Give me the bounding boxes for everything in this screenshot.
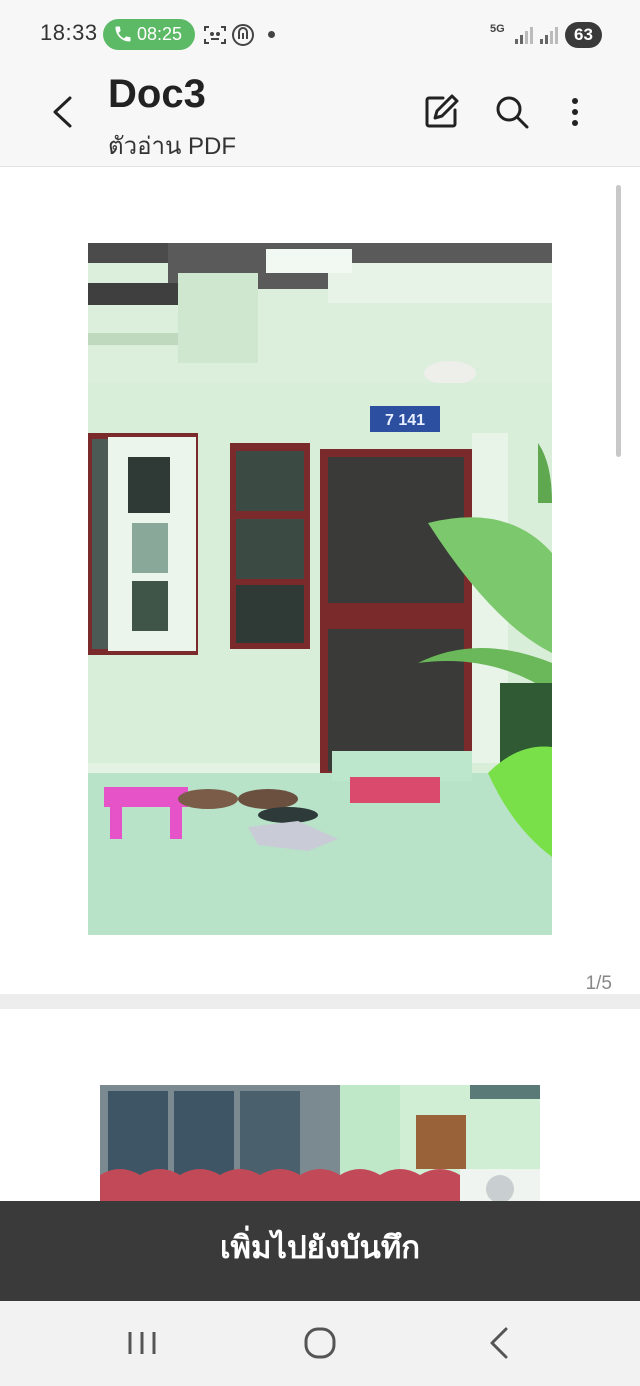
document-title: Doc3 — [108, 72, 206, 116]
home-button[interactable] — [298, 1321, 342, 1365]
search-icon — [496, 96, 529, 129]
building-exterior-photo — [100, 1085, 540, 1201]
nav-back-button[interactable] — [478, 1321, 522, 1365]
screenshot-icon — [204, 26, 226, 44]
recents-icon — [128, 1332, 156, 1354]
system-navigation-bar — [0, 1301, 640, 1386]
edit-button[interactable] — [419, 90, 463, 134]
battery-level: 63 — [565, 22, 602, 48]
edit-icon — [425, 94, 459, 128]
pdf-page-2 — [0, 1009, 640, 1201]
pdf-page-1: 7 141 1/5 — [0, 167, 640, 994]
signal-icon-2 — [540, 27, 558, 44]
notification-dot — [268, 31, 275, 38]
ongoing-call-chip[interactable]: 08:25 — [103, 19, 195, 50]
add-to-notes-button[interactable]: เพิ่มไปยังบันทึก — [0, 1201, 640, 1301]
nav-back-icon — [490, 1327, 508, 1359]
house-entrance-photo: 7 141 — [88, 243, 552, 935]
app-header: Doc3 ตัวอ่าน PDF — [0, 68, 640, 167]
house-number-sign: 7 141 — [385, 412, 425, 429]
home-icon — [304, 1327, 336, 1359]
back-arrow-icon — [53, 96, 72, 128]
network-type: 5G — [490, 23, 505, 35]
document-subtitle: ตัวอ่าน PDF — [108, 133, 237, 160]
back-button[interactable] — [40, 90, 84, 134]
status-bar: 18:33 08:25 5G 63 — [0, 0, 640, 68]
search-button[interactable] — [490, 90, 534, 134]
page-indicator: 1/5 — [585, 973, 612, 994]
more-options-button[interactable] — [553, 90, 597, 134]
signal-icon — [515, 27, 533, 44]
more-options-icon — [572, 98, 578, 126]
clock: 18:33 — [40, 20, 98, 45]
nfc-icon — [232, 24, 254, 46]
scrollbar[interactable] — [616, 185, 621, 457]
pdf-viewer[interactable]: 7 141 1/5 — [0, 167, 640, 1201]
phone-icon — [115, 26, 131, 42]
call-duration: 08:25 — [137, 24, 183, 44]
add-to-notes-label: เพิ่มไปยังบันทึก — [219, 1230, 421, 1265]
recents-button[interactable] — [120, 1321, 164, 1365]
